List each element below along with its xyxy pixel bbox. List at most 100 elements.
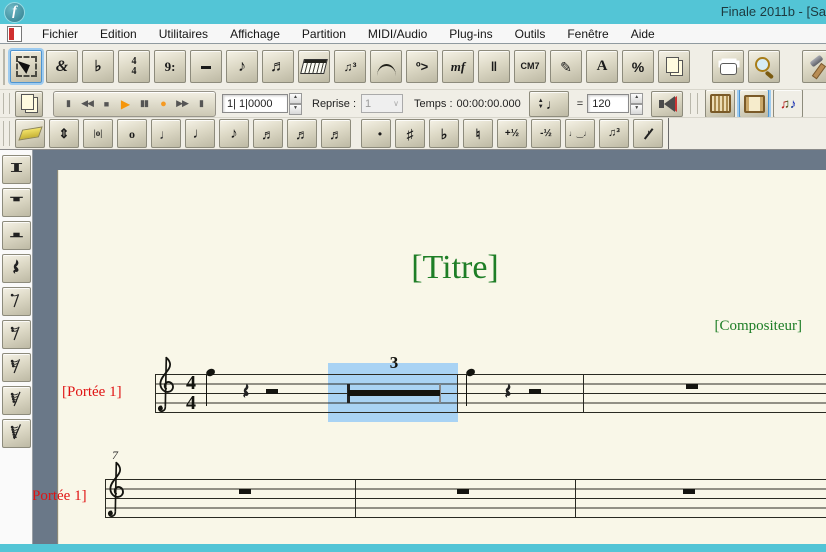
double-whole-rest-button[interactable] — [2, 155, 31, 184]
menu-affichage[interactable]: Affichage — [219, 26, 291, 42]
text-tool-button[interactable]: A — [586, 50, 618, 83]
resize-tool-button[interactable]: % — [622, 50, 654, 83]
menu-plug-ins[interactable]: Plug-ins — [438, 26, 503, 42]
whole-rest[interactable] — [686, 384, 698, 389]
pause-button[interactable]: ▮▮ — [135, 95, 153, 113]
sharp-button[interactable]: ♯ — [395, 119, 425, 148]
key-signature-tool-button[interactable]: ♭ — [82, 50, 114, 83]
half-rest[interactable] — [529, 389, 541, 394]
tuplet-entry-button[interactable]: ♫³ — [599, 119, 629, 148]
staff-tool-button[interactable]: & — [46, 50, 78, 83]
raise-half-step-button[interactable]: +½ — [497, 119, 527, 148]
quarter-rest[interactable] — [499, 381, 518, 400]
sixty-fourth-note-button[interactable]: ♬ — [321, 119, 351, 148]
multimeasure-rest-bar[interactable] — [348, 390, 440, 396]
menu-fichier[interactable]: Fichier — [31, 26, 89, 42]
articulation-tool-button[interactable]: º> — [406, 50, 438, 83]
menu-edition[interactable]: Edition — [89, 26, 148, 42]
whole-rest[interactable] — [239, 489, 251, 494]
quarter-rest[interactable] — [237, 381, 256, 400]
special-tools-button[interactable] — [802, 50, 826, 83]
document-icon[interactable] — [7, 26, 22, 42]
half-rest[interactable] — [266, 389, 278, 394]
natural-button[interactable]: ♮ — [463, 119, 493, 148]
playback-settings-button[interactable] — [651, 91, 683, 117]
treble-clef-icon[interactable] — [155, 356, 177, 423]
whole-rest[interactable] — [457, 489, 469, 494]
time-signature[interactable]: 44 — [182, 374, 200, 413]
grace-note-button[interactable]: ♪ — [633, 119, 663, 148]
menu-fen-tre[interactable]: Fenêtre — [556, 26, 619, 42]
half-rest-button[interactable] — [2, 221, 31, 250]
hyperscribe-tool-button[interactable] — [298, 50, 330, 83]
selection-tool-button[interactable] — [10, 50, 42, 83]
sixteenth-rest-button[interactable] — [2, 320, 31, 349]
thirty-second-note-button[interactable]: ♬ — [287, 119, 317, 148]
whole-note-button[interactable]: o — [117, 119, 147, 148]
scroll-view-button[interactable] — [705, 89, 735, 117]
zoom-tool-button[interactable] — [748, 50, 780, 83]
thirty-second-rest-button[interactable] — [2, 353, 31, 382]
counter-spinner[interactable]: ▲ ▼ — [289, 93, 302, 115]
half-note-button[interactable]: ♩ — [151, 119, 181, 148]
whole-rest-button[interactable] — [2, 188, 31, 217]
spinner-up-icon[interactable]: ▲ — [630, 93, 643, 104]
staff2-label[interactable]: [Portée 1] — [33, 488, 87, 505]
rewind-button[interactable]: ◀◀ — [78, 95, 96, 113]
tuplet-tool-button[interactable]: ♫³ — [334, 50, 366, 83]
one-twenty-eighth-rest-button[interactable] — [2, 419, 31, 448]
repeat-tool-button[interactable]: ‖ — [478, 50, 510, 83]
record-button[interactable]: ● — [154, 95, 172, 113]
spinner-down-icon[interactable]: ▼ — [630, 104, 643, 115]
stop-button[interactable]: ■ — [97, 95, 115, 113]
menu-partition[interactable]: Partition — [291, 26, 357, 42]
go-to-start-button[interactable]: ▮ — [59, 95, 77, 113]
quarter-note-button[interactable]: ♩ — [185, 119, 215, 148]
page-turn-button[interactable] — [15, 91, 43, 117]
tempo-spinner[interactable]: ▲ ▼ — [630, 93, 643, 115]
spinner-up-icon[interactable]: ▲ — [289, 93, 302, 104]
eighth-rest-button[interactable] — [2, 287, 31, 316]
menu-outils[interactable]: Outils — [504, 26, 557, 42]
simple-entry-tool-button[interactable]: ♪ — [226, 50, 258, 83]
reprise-select[interactable]: 1 ∨ — [361, 94, 403, 113]
tie-button[interactable]: ♩‿♩ — [565, 119, 595, 148]
score-title[interactable]: [Titre] — [305, 249, 605, 287]
tempo-input[interactable]: 120 — [587, 94, 629, 113]
smart-shape-tool-button[interactable] — [370, 50, 402, 83]
page-layout-tool-button[interactable] — [658, 50, 690, 83]
hand-grabber-tool-button[interactable] — [712, 50, 744, 83]
double-whole-note-button[interactable]: |o| — [83, 119, 113, 148]
score-composer[interactable]: [Compositeur] — [640, 318, 802, 335]
tempo-unit-button[interactable]: ▲ ▼ ♩ — [529, 91, 569, 117]
spinner-down-icon[interactable]: ▼ — [289, 104, 302, 115]
eighth-note-button[interactable]: ♪ — [219, 119, 249, 148]
menu-utilitaires[interactable]: Utilitaires — [148, 26, 219, 42]
time-signature-tool-button[interactable]: 4 4 — [118, 50, 150, 83]
whole-rest[interactable] — [683, 489, 695, 494]
studio-view-button[interactable]: ♫♪ — [773, 89, 803, 117]
sixteenth-note-button[interactable]: ♬ — [253, 119, 283, 148]
treble-clef-icon[interactable] — [105, 461, 127, 528]
play-button[interactable]: ▶ — [116, 95, 134, 113]
sixty-fourth-rest-button[interactable] — [2, 386, 31, 415]
flat-button[interactable]: ♭ — [429, 119, 459, 148]
quarter-rest-button[interactable] — [2, 254, 31, 283]
lyrics-tool-button[interactable]: ✎ — [550, 50, 582, 83]
go-to-end-button[interactable]: ▮ — [192, 95, 210, 113]
staff1-label[interactable]: [Portée 1] — [62, 384, 122, 401]
fast-forward-button[interactable]: ▶▶ — [173, 95, 191, 113]
clef-tool-button[interactable]: 9: — [154, 50, 186, 83]
playback-counter[interactable]: 1| 1|0000 — [222, 94, 288, 113]
pitch-up-down-button[interactable]: ⇕ — [49, 119, 79, 148]
measure-tool-button[interactable]: ▬ — [190, 50, 222, 83]
menu-midi-audio[interactable]: MIDI/Audio — [357, 26, 438, 42]
page-view-button[interactable] — [739, 89, 769, 117]
speedy-entry-tool-button[interactable]: ♬ — [262, 50, 294, 83]
eraser-button[interactable] — [15, 119, 45, 148]
expression-tool-button[interactable]: mf — [442, 50, 474, 83]
augmentation-dot-button[interactable]: • — [361, 119, 391, 148]
chord-tool-button[interactable]: CM7 — [514, 50, 546, 83]
menu-aide[interactable]: Aide — [620, 26, 666, 42]
lower-half-step-button[interactable]: -½ — [531, 119, 561, 148]
